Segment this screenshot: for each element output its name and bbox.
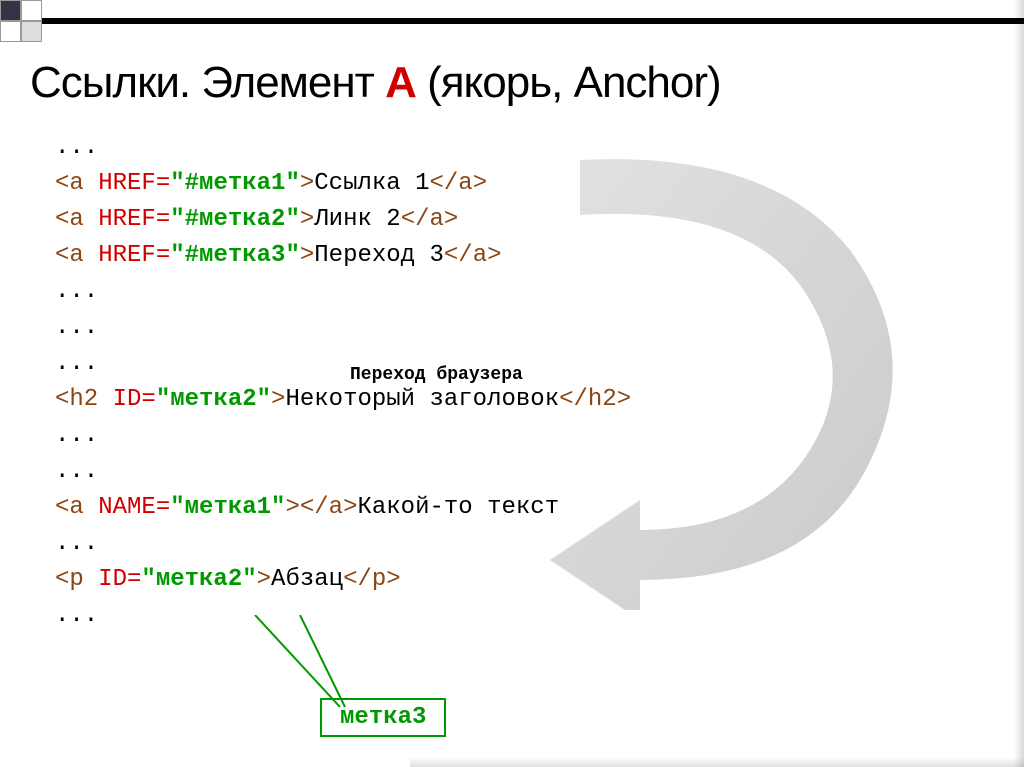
code-block: ... <a HREF="#метка1">Ссылка 1</a> <a HR…: [55, 130, 631, 634]
transition-label: Переход браузера: [350, 365, 523, 385]
title-prefix: Ссылки. Элемент: [30, 58, 385, 107]
code-line: ...: [55, 346, 631, 382]
shadow-decoration: [410, 757, 1024, 767]
shadow-decoration: [1014, 0, 1024, 767]
code-line: ...: [55, 454, 631, 490]
code-line: ...: [55, 598, 631, 634]
code-line: ...: [55, 418, 631, 454]
code-line: ...: [55, 274, 631, 310]
code-line-h2: <h2 ID="метка2">Некоторый заголовок</h2>: [55, 382, 631, 418]
code-line-link1: <a HREF="#метка1">Ссылка 1</a>: [55, 166, 631, 202]
code-line: ...: [55, 310, 631, 346]
title-highlight: A: [385, 58, 416, 107]
code-line-aname: <a NAME="метка1"></a>Какой-то текст: [55, 490, 631, 526]
slide-title: Ссылки. Элемент A (якорь, Anchor): [30, 58, 721, 108]
code-line-link3: <a HREF="#метка3">Переход 3</a>: [55, 238, 631, 274]
code-line-link2: <a HREF="#метка2">Линк 2</a>: [55, 202, 631, 238]
title-suffix: (якорь, Anchor): [416, 58, 721, 107]
label-box-metka3: метка3: [320, 698, 446, 737]
code-line: ...: [55, 526, 631, 562]
code-line: ...: [55, 130, 631, 166]
code-line-p: <p ID="метка2">Абзац</p>: [55, 562, 631, 598]
slide-header-decoration: [0, 0, 1024, 42]
